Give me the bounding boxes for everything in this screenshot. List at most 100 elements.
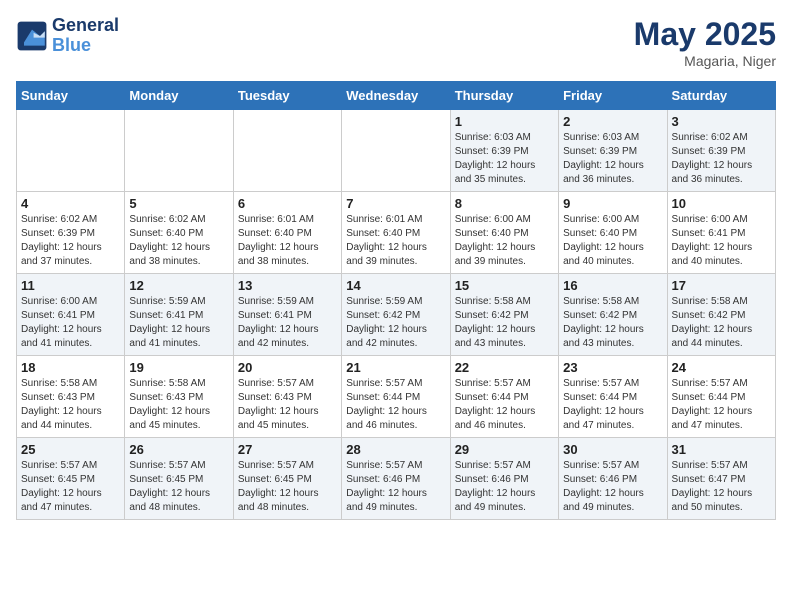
day-cell: 30 Sunrise: 5:57 AM Sunset: 6:46 PM Dayli… — [559, 438, 667, 520]
day-number: 11 — [21, 278, 120, 293]
day-number: 4 — [21, 196, 120, 211]
day-info: Sunrise: 6:00 AM Sunset: 6:41 PM Dayligh… — [21, 295, 120, 351]
day-cell: 25Sunrise: 5:57 AM Sunset: 6:45 PM Dayli… — [17, 438, 125, 520]
day-number: 8 — [455, 196, 554, 211]
day-info: Sunrise: 5:57 AM Sunset: 6:44 PM Dayligh… — [672, 377, 771, 433]
day-cell: 4 Sunrise: 6:02 AM Sunset: 6:39 PM Daylig… — [17, 192, 125, 274]
day-cell: 29Sunrise: 5:57 AM Sunset: 6:46 PM Dayli… — [450, 438, 558, 520]
day-number: 20 — [238, 360, 337, 375]
day-cell: 9 Sunrise: 6:00 AM Sunset: 6:40 PM Daylig… — [559, 192, 667, 274]
day-info: Sunrise: 6:00 AM Sunset: 6:41 PM Dayligh… — [672, 213, 771, 269]
day-info: Sunrise: 5:57 AM Sunset: 6:45 PM Dayligh… — [238, 459, 337, 515]
day-cell: 24 Sunrise: 5:57 AM Sunset: 6:44 PM Dayli… — [667, 356, 775, 438]
day-number: 1 — [455, 114, 554, 129]
day-info: Sunrise: 5:57 AM Sunset: 6:45 PM Dayligh… — [21, 459, 120, 515]
day-cell: 1 Sunrise: 6:03 AM Sunset: 6:39 PM Daylig… — [450, 110, 558, 192]
day-number: 13 — [238, 278, 337, 293]
day-cell: 28Sunrise: 5:57 AM Sunset: 6:46 PM Dayli… — [342, 438, 450, 520]
day-info: Sunrise: 5:58 AM Sunset: 6:43 PM Dayligh… — [129, 377, 228, 433]
day-cell — [342, 110, 450, 192]
day-number: 18 — [21, 360, 120, 375]
week-row-5: 25Sunrise: 5:57 AM Sunset: 6:45 PM Dayli… — [17, 438, 776, 520]
day-number: 23 — [563, 360, 662, 375]
day-info: Sunrise: 6:03 AM Sunset: 6:39 PM Dayligh… — [563, 131, 662, 187]
day-cell: 23 Sunrise: 5:57 AM Sunset: 6:44 PM Dayli… — [559, 356, 667, 438]
day-cell: 20 Sunrise: 5:57 AM Sunset: 6:43 PM Dayli… — [233, 356, 341, 438]
day-info: Sunrise: 5:59 AM Sunset: 6:42 PM Dayligh… — [346, 295, 445, 351]
day-info: Sunrise: 6:02 AM Sunset: 6:39 PM Dayligh… — [672, 131, 771, 187]
day-cell: 6 Sunrise: 6:01 AM Sunset: 6:40 PM Daylig… — [233, 192, 341, 274]
day-number: 6 — [238, 196, 337, 211]
day-cell: 7Sunrise: 6:01 AM Sunset: 6:40 PM Daylig… — [342, 192, 450, 274]
week-row-3: 11 Sunrise: 6:00 AM Sunset: 6:41 PM Dayli… — [17, 274, 776, 356]
day-cell: 18 Sunrise: 5:58 AM Sunset: 6:43 PM Dayli… — [17, 356, 125, 438]
day-cell: 15Sunrise: 5:58 AM Sunset: 6:42 PM Dayli… — [450, 274, 558, 356]
header-day-saturday: Saturday — [667, 82, 775, 110]
day-info: Sunrise: 6:01 AM Sunset: 6:40 PM Dayligh… — [346, 213, 445, 269]
day-number: 2 — [563, 114, 662, 129]
day-cell: 26Sunrise: 5:57 AM Sunset: 6:45 PM Dayli… — [125, 438, 233, 520]
day-info: Sunrise: 6:02 AM Sunset: 6:39 PM Dayligh… — [21, 213, 120, 269]
day-number: 28 — [346, 442, 445, 457]
day-number: 3 — [672, 114, 771, 129]
day-number: 30 — [563, 442, 662, 457]
header-row: SundayMondayTuesdayWednesdayThursdayFrid… — [17, 82, 776, 110]
day-cell: 5 Sunrise: 6:02 AM Sunset: 6:40 PM Daylig… — [125, 192, 233, 274]
week-row-4: 18 Sunrise: 5:58 AM Sunset: 6:43 PM Dayli… — [17, 356, 776, 438]
day-cell — [17, 110, 125, 192]
day-cell: 10 Sunrise: 6:00 AM Sunset: 6:41 PM Dayli… — [667, 192, 775, 274]
day-info: Sunrise: 5:57 AM Sunset: 6:44 PM Dayligh… — [455, 377, 554, 433]
day-info: Sunrise: 5:58 AM Sunset: 6:42 PM Dayligh… — [563, 295, 662, 351]
day-number: 21 — [346, 360, 445, 375]
day-cell: 3 Sunrise: 6:02 AM Sunset: 6:39 PM Daylig… — [667, 110, 775, 192]
day-number: 22 — [455, 360, 554, 375]
day-info: Sunrise: 5:59 AM Sunset: 6:41 PM Dayligh… — [238, 295, 337, 351]
day-info: Sunrise: 5:57 AM Sunset: 6:44 PM Dayligh… — [346, 377, 445, 433]
day-number: 15 — [455, 278, 554, 293]
calendar-header: SundayMondayTuesdayWednesdayThursdayFrid… — [17, 82, 776, 110]
day-info: Sunrise: 5:57 AM Sunset: 6:44 PM Dayligh… — [563, 377, 662, 433]
day-info: Sunrise: 6:01 AM Sunset: 6:40 PM Dayligh… — [238, 213, 337, 269]
logo: General Blue — [16, 16, 119, 56]
day-number: 10 — [672, 196, 771, 211]
header-day-wednesday: Wednesday — [342, 82, 450, 110]
day-info: Sunrise: 5:59 AM Sunset: 6:41 PM Dayligh… — [129, 295, 228, 351]
day-cell: 17Sunrise: 5:58 AM Sunset: 6:42 PM Dayli… — [667, 274, 775, 356]
day-cell: 21 Sunrise: 5:57 AM Sunset: 6:44 PM Dayli… — [342, 356, 450, 438]
day-info: Sunrise: 5:58 AM Sunset: 6:42 PM Dayligh… — [672, 295, 771, 351]
day-info: Sunrise: 6:00 AM Sunset: 6:40 PM Dayligh… — [455, 213, 554, 269]
day-cell: 22 Sunrise: 5:57 AM Sunset: 6:44 PM Dayli… — [450, 356, 558, 438]
day-number: 31 — [672, 442, 771, 457]
day-cell — [233, 110, 341, 192]
day-cell: 8 Sunrise: 6:00 AM Sunset: 6:40 PM Daylig… — [450, 192, 558, 274]
location: Magaria, Niger — [634, 53, 776, 69]
month-year: May 2025 — [634, 16, 776, 53]
day-info: Sunrise: 5:58 AM Sunset: 6:43 PM Dayligh… — [21, 377, 120, 433]
day-number: 16 — [563, 278, 662, 293]
header-day-friday: Friday — [559, 82, 667, 110]
day-info: Sunrise: 5:57 AM Sunset: 6:46 PM Dayligh… — [563, 459, 662, 515]
day-number: 5 — [129, 196, 228, 211]
day-cell: 11 Sunrise: 6:00 AM Sunset: 6:41 PM Dayli… — [17, 274, 125, 356]
day-number: 24 — [672, 360, 771, 375]
title-block: May 2025 Magaria, Niger — [634, 16, 776, 69]
logo-text: General Blue — [52, 16, 119, 56]
day-cell: 16 Sunrise: 5:58 AM Sunset: 6:42 PM Dayli… — [559, 274, 667, 356]
day-info: Sunrise: 5:57 AM Sunset: 6:43 PM Dayligh… — [238, 377, 337, 433]
day-info: Sunrise: 6:02 AM Sunset: 6:40 PM Dayligh… — [129, 213, 228, 269]
day-number: 14 — [346, 278, 445, 293]
calendar-body: 1 Sunrise: 6:03 AM Sunset: 6:39 PM Daylig… — [17, 110, 776, 520]
header-day-tuesday: Tuesday — [233, 82, 341, 110]
day-number: 9 — [563, 196, 662, 211]
day-cell: 2 Sunrise: 6:03 AM Sunset: 6:39 PM Daylig… — [559, 110, 667, 192]
day-number: 26 — [129, 442, 228, 457]
day-cell: 14 Sunrise: 5:59 AM Sunset: 6:42 PM Dayli… — [342, 274, 450, 356]
logo-general: General — [52, 15, 119, 35]
day-info: Sunrise: 6:03 AM Sunset: 6:39 PM Dayligh… — [455, 131, 554, 187]
page-header: General Blue May 2025 Magaria, Niger — [16, 16, 776, 69]
week-row-1: 1 Sunrise: 6:03 AM Sunset: 6:39 PM Daylig… — [17, 110, 776, 192]
day-number: 19 — [129, 360, 228, 375]
day-info: Sunrise: 6:00 AM Sunset: 6:40 PM Dayligh… — [563, 213, 662, 269]
header-day-monday: Monday — [125, 82, 233, 110]
day-number: 12 — [129, 278, 228, 293]
